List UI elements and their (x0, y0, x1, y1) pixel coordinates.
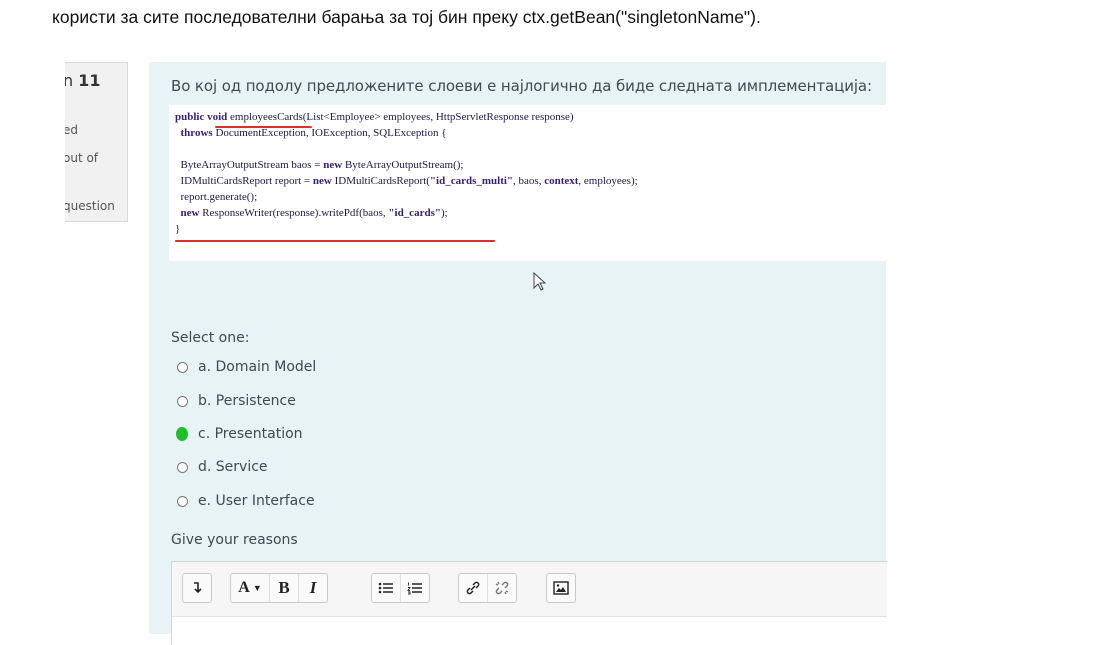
reasons-editor[interactable]: A ▼ B I (171, 561, 887, 645)
radio-selected-icon[interactable] (176, 427, 188, 441)
unlink-icon[interactable] (487, 574, 516, 602)
italic-icon[interactable]: I (298, 574, 327, 602)
option-label: d. Service (198, 459, 268, 475)
question-mark: out of (65, 151, 99, 165)
select-one-label: Select one: (171, 330, 250, 346)
intro-text: користи за сите последователни барања за… (52, 7, 761, 27)
ordered-list-icon[interactable] (400, 574, 429, 602)
code-line: public void employeesCards(List<Employee… (175, 111, 574, 123)
question-text: Во кој од подолу предложените слоеви е н… (171, 77, 872, 95)
radio-icon[interactable] (177, 495, 188, 507)
reasons-label: Give your reasons (171, 532, 298, 548)
radio-icon[interactable] (177, 361, 188, 373)
font-style-icon[interactable]: A ▼ (231, 574, 269, 602)
bold-icon[interactable]: B (269, 574, 298, 602)
option-c[interactable]: c. Presentation (176, 424, 303, 444)
question-number: n 11 (65, 71, 101, 90)
question-info-box: n 11 ed out of question (65, 62, 128, 222)
mouse-pointer-icon (533, 272, 547, 291)
show-more-icon[interactable] (183, 574, 211, 602)
option-a[interactable]: a. Domain Model (177, 357, 316, 377)
option-label: a. Domain Model (198, 359, 317, 375)
option-label: e. User Interface (198, 493, 315, 509)
unordered-list-icon[interactable] (372, 574, 400, 602)
option-label: c. Presentation (198, 426, 303, 442)
code-line: IDMultiCardsReport report = new IDMultiC… (175, 175, 638, 187)
toolbar-group (182, 573, 212, 603)
question-panel: Во кој од подолу предложените слоеви е н… (149, 62, 886, 634)
toolbar-group (371, 573, 430, 603)
radio-icon[interactable] (177, 461, 188, 473)
code-line: } (175, 223, 181, 235)
image-icon[interactable] (547, 574, 575, 602)
option-b[interactable]: b. Persistence (177, 391, 296, 411)
annotation-underline (215, 126, 312, 128)
toolbar-group (458, 573, 517, 603)
link-icon[interactable] (459, 574, 487, 602)
code-line: report.generate(); (175, 191, 258, 203)
code-screenshot: public void employeesCards(List<Employee… (169, 105, 886, 261)
editor-toolbar: A ▼ B I (172, 562, 887, 617)
toolbar-group: A ▼ B I (230, 573, 328, 603)
code-line: new ResponseWriter(response).writePdf(ba… (180, 207, 448, 219)
annotation-underline (175, 240, 495, 242)
code-line: ByteArrayOutputStream baos = new ByteArr… (175, 159, 464, 171)
code-block: public void employeesCards(List<Employee… (175, 109, 638, 237)
toolbar-group (546, 573, 576, 603)
radio-icon[interactable] (177, 395, 188, 407)
option-label: b. Persistence (198, 393, 296, 409)
question-status: ed (65, 123, 78, 137)
option-d[interactable]: d. Service (177, 457, 268, 477)
flag-question-link[interactable]: question (65, 199, 115, 213)
option-e[interactable]: e. User Interface (177, 491, 315, 511)
